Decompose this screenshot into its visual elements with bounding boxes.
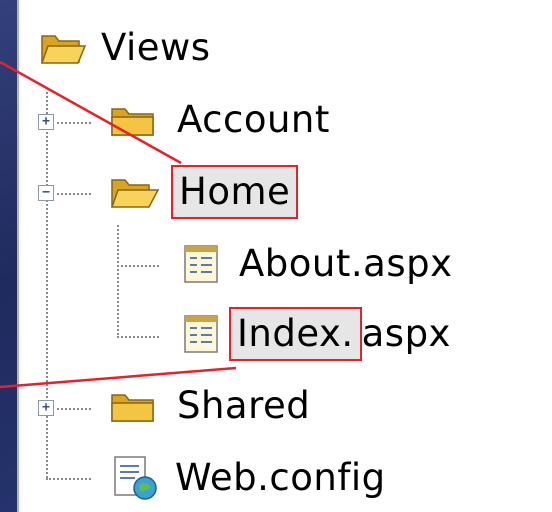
tree-connector-line [46,92,48,478]
folder-open-icon [40,35,87,64]
folder-icon [111,394,154,422]
tree-connector-line [57,193,91,195]
tree-node-label: Web.config [175,456,386,499]
tree-node-account[interactable]: Account [109,92,334,148]
tree-node-label: Account [177,98,330,141]
tree-node-label: About.aspx [239,242,453,285]
tree-node-web-config[interactable]: Web.config [109,450,390,506]
expand-toggle-shared[interactable]: + [38,400,54,416]
aspx-page-icon [184,315,218,353]
tree-node-shared[interactable]: Shared [109,378,314,434]
tree-connector-line [117,225,119,335]
tree-connector-line [57,122,91,124]
solution-explorer-tree: Views + Account − Home About.aspx Index.… [17,0,552,512]
folder-icon [111,108,154,136]
tree-node-home[interactable]: Home [109,164,299,220]
config-file-icon [114,456,157,500]
tree-connector-line [46,478,91,480]
tree-node-label: Shared [177,384,311,427]
tree-node-about-aspx[interactable]: About.aspx [179,236,457,292]
tree-node-label-highlighted: Home [171,165,299,219]
tree-node-views[interactable]: Views [39,20,215,76]
tree-node-index-aspx[interactable]: Index. aspx [179,306,455,362]
collapse-toggle-home[interactable]: − [38,185,54,201]
tree-node-label-highlighted: Index. [229,307,362,361]
tree-node-label: Views [101,26,211,69]
tree-connector-line [117,265,159,267]
folder-open-icon [110,179,160,208]
tree-connector-line [57,408,91,410]
tree-node-label-suffix: aspx [361,312,451,355]
expand-toggle-account[interactable]: + [38,114,54,130]
tree-connector-line [117,336,159,338]
aspx-page-icon [184,245,218,283]
